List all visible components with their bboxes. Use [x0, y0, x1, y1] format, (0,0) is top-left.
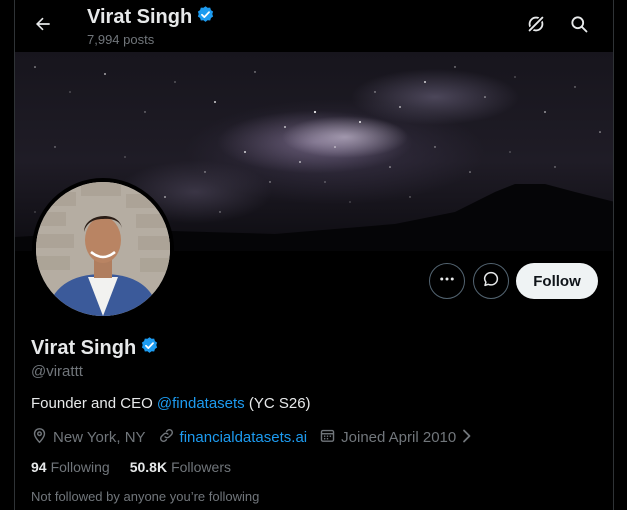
message-button[interactable]	[473, 263, 509, 299]
profile-column: Virat Singh 7,994 posts Follow Virat Sin…	[14, 0, 614, 510]
not-followed-note: Not followed by anyone you’re following	[31, 489, 260, 504]
bio-text: Founder and CEO	[31, 395, 157, 412]
verified-badge-icon[interactable]	[140, 336, 159, 361]
profile-handle: @virattt	[31, 363, 83, 380]
following-stat[interactable]: 94 Following	[31, 459, 110, 475]
website-link[interactable]: financialdatasets.ai	[180, 429, 308, 446]
profile-bio: Founder and CEO @findatasets (YC S26)	[31, 395, 311, 412]
header-posts-count: 7,994 posts	[87, 32, 155, 47]
profile-stats: 94 Following 50.8K Followers	[31, 459, 231, 475]
following-count: 94	[31, 459, 47, 475]
search-icon	[569, 14, 589, 39]
location-icon	[31, 427, 48, 448]
search-button[interactable]	[565, 12, 593, 40]
followers-count: 50.8K	[129, 459, 168, 475]
grok-icon	[525, 13, 547, 40]
message-icon	[482, 270, 500, 293]
followers-label: Followers	[171, 459, 231, 475]
location-item: New York, NY	[31, 427, 146, 448]
calendar-icon	[319, 427, 336, 448]
link-icon	[158, 427, 175, 448]
chevron-right-icon	[461, 429, 473, 447]
header-title: Virat Singh	[87, 5, 215, 30]
more-button[interactable]	[429, 263, 465, 299]
top-bar: Virat Singh 7,994 posts	[15, 0, 613, 52]
verified-badge-icon	[196, 5, 215, 30]
location-text: New York, NY	[53, 429, 146, 446]
header-name: Virat Singh	[87, 6, 193, 28]
avatar[interactable]	[32, 178, 174, 320]
more-icon	[438, 270, 456, 293]
joined-item[interactable]: Joined April 2010	[319, 427, 473, 448]
bio-mention-link[interactable]: @findatasets	[157, 395, 245, 412]
profile-name: Virat Singh	[31, 337, 137, 359]
back-arrow-icon	[33, 14, 53, 39]
profile-meta: New York, NY financialdatasets.ai Joined…	[31, 427, 485, 448]
website-item[interactable]: financialdatasets.ai	[158, 427, 308, 448]
bio-suffix: (YC S26)	[244, 395, 311, 412]
follow-button[interactable]: Follow	[516, 263, 598, 299]
profile-name-row: Virat Singh	[31, 336, 159, 361]
following-label: Following	[50, 459, 110, 475]
grok-button[interactable]	[522, 12, 550, 40]
joined-text: Joined April 2010	[341, 429, 457, 446]
back-button[interactable]	[29, 12, 57, 40]
followers-stat[interactable]: 50.8K Followers	[130, 459, 231, 475]
